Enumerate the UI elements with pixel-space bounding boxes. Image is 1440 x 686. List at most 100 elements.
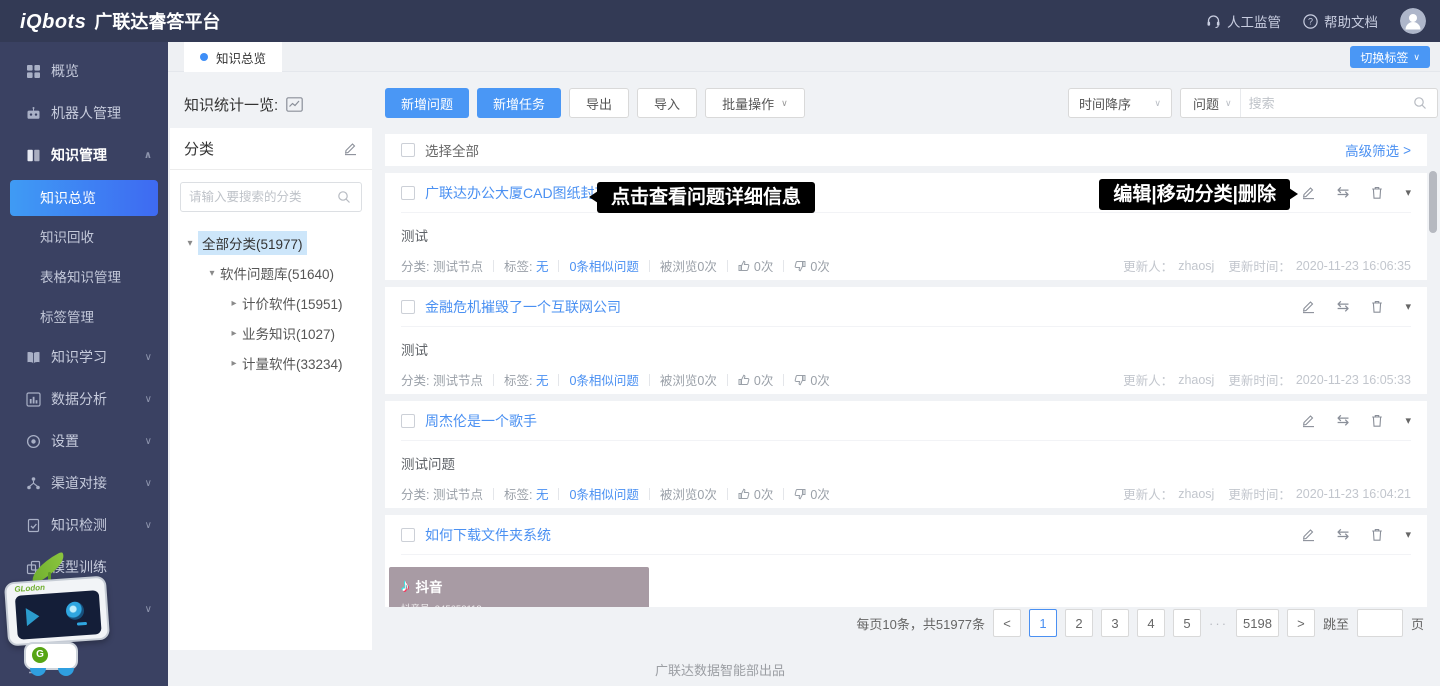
tree-collapsed-caret-icon[interactable]: ▸ [226, 298, 242, 309]
caret-down-icon[interactable]: ∨ [145, 520, 152, 531]
tree-node-business-knowledge[interactable]: ▸ 业务知识(1027) [170, 318, 372, 348]
thumb-down-icon [794, 488, 806, 500]
jump-page-input[interactable] [1357, 609, 1403, 637]
sidebar-subitem-knowledge-overview[interactable]: 知识总览 [10, 180, 158, 216]
thumb-up-icon [738, 260, 750, 272]
manual-supervision-link[interactable]: 人工监管 [1206, 11, 1281, 31]
sidebar-item-staff-mgmt[interactable]: 人员管理 ∨ [0, 588, 168, 630]
import-button[interactable]: 导入 [637, 88, 697, 118]
move-category-icon[interactable]: ⇆ [1337, 297, 1350, 315]
row-checkbox[interactable] [401, 528, 415, 542]
select-all-checkbox[interactable] [401, 143, 415, 157]
add-task-button[interactable]: 新增任务 [477, 88, 561, 118]
more-actions-caret-icon[interactable]: ▾ [1405, 300, 1411, 313]
pagination-ellipsis[interactable]: ··· [1209, 616, 1228, 631]
question-title-link[interactable]: 广联达办公大厦CAD图纸封存 [425, 183, 609, 203]
page-button-2[interactable]: 2 [1065, 609, 1093, 637]
add-question-button[interactable]: 新增问题 [385, 88, 469, 118]
stats-chart-icon[interactable] [286, 97, 303, 112]
edit-category-icon[interactable] [343, 141, 358, 156]
tree-node-pricing-software[interactable]: ▸ 计价软件(15951) [170, 288, 372, 318]
move-category-icon[interactable]: ⇆ [1337, 411, 1350, 429]
edit-icon[interactable] [1301, 527, 1316, 542]
tree-node-measurement-software[interactable]: ▸ 计量软件(33234) [170, 348, 372, 378]
move-category-icon[interactable]: ⇆ [1337, 525, 1350, 543]
switch-tag-button[interactable]: 切换标签 ∨ [1350, 46, 1430, 68]
caret-down-icon[interactable]: ∨ [145, 604, 152, 615]
tag-link[interactable]: 无 [536, 484, 549, 503]
sidebar-item-knowledge-detect[interactable]: 知识检测 ∨ [0, 504, 168, 546]
sidebar-item-channel[interactable]: 渠道对接 ∨ [0, 462, 168, 504]
headset-icon [1206, 14, 1221, 28]
sidebar-item-settings[interactable]: 设置 ∨ [0, 420, 168, 462]
batch-actions-button[interactable]: 批量操作 ∨ [705, 88, 805, 118]
similar-questions-link[interactable]: 0条相似问题 [569, 370, 638, 389]
sidebar-item-knowledge-learning[interactable]: 知识学习 ∨ [0, 336, 168, 378]
edit-icon[interactable] [1301, 299, 1316, 314]
tree-collapsed-caret-icon[interactable]: ▸ [226, 358, 242, 369]
tag-link[interactable]: 无 [536, 256, 549, 275]
sort-order-select[interactable]: 时间降序 ∨ [1068, 88, 1172, 118]
caret-down-icon[interactable]: ∨ [145, 436, 152, 447]
tree-collapsed-caret-icon[interactable]: ▸ [226, 328, 242, 339]
prev-page-button[interactable]: < [993, 609, 1021, 637]
tree-node-all-categories[interactable]: ▾ 全部分类(51977) [170, 228, 372, 258]
search-icon[interactable] [337, 190, 351, 204]
caret-down-icon[interactable]: ∨ [145, 478, 152, 489]
tab-knowledge-overview[interactable]: 知识总览 [184, 42, 282, 72]
douyin-thumbnail-image[interactable]: ♪抖音 抖音号: 345652118 [389, 567, 649, 607]
more-actions-caret-icon[interactable]: ▾ [1405, 186, 1411, 199]
search-input[interactable] [1241, 96, 1413, 111]
edit-icon[interactable] [1301, 185, 1316, 200]
row-checkbox[interactable] [401, 414, 415, 428]
page-button-1[interactable]: 1 [1029, 609, 1057, 637]
category-search-input[interactable] [181, 190, 337, 204]
sidebar-subitem-table-knowledge[interactable]: 表格知识管理 [0, 256, 168, 296]
caret-down-icon[interactable]: ∨ [145, 394, 152, 405]
question-title-link[interactable]: 金融危机摧毁了一个互联网公司 [425, 297, 621, 317]
caret-up-icon[interactable]: ∧ [144, 150, 152, 161]
row-checkbox[interactable] [401, 186, 415, 200]
last-page-button[interactable]: 5198 [1236, 609, 1279, 637]
tag-link[interactable]: 无 [536, 370, 549, 389]
sidebar-item-knowledge-mgmt[interactable]: 知识管理 ∧ [0, 134, 168, 176]
similar-questions-link[interactable]: 0条相似问题 [569, 256, 638, 275]
sidebar-collapse-icon[interactable] [28, 660, 45, 674]
caret-down-icon[interactable]: ∨ [145, 352, 152, 363]
question-title-link[interactable]: 周杰伦是一个歌手 [425, 411, 537, 431]
sidebar-item-robot-mgmt[interactable]: 机器人管理 [0, 92, 168, 134]
question-title-link[interactable]: 如何下载文件夹系统 [425, 525, 551, 545]
caret-down-icon: ∨ [1413, 52, 1420, 63]
row-checkbox[interactable] [401, 300, 415, 314]
user-avatar[interactable] [1400, 8, 1426, 34]
search-icon[interactable] [1413, 96, 1427, 110]
more-actions-caret-icon[interactable]: ▾ [1405, 414, 1411, 427]
sidebar-subitem-tag-mgmt[interactable]: 标签管理 [0, 296, 168, 336]
move-category-icon[interactable]: ⇆ [1337, 183, 1350, 201]
page-button-4[interactable]: 4 [1137, 609, 1165, 637]
edit-icon[interactable] [1301, 413, 1316, 428]
delete-icon[interactable] [1370, 185, 1384, 200]
page-button-3[interactable]: 3 [1101, 609, 1129, 637]
export-button[interactable]: 导出 [569, 88, 629, 118]
tree-expanded-caret-icon[interactable]: ▾ [182, 238, 198, 249]
sidebar-item-data-analysis[interactable]: 数据分析 ∨ [0, 378, 168, 420]
more-actions-caret-icon[interactable]: ▾ [1405, 528, 1411, 541]
book-icon [26, 148, 41, 163]
delete-icon[interactable] [1370, 413, 1384, 428]
similar-questions-link[interactable]: 0条相似问题 [569, 484, 638, 503]
page-button-5[interactable]: 5 [1173, 609, 1201, 637]
delete-icon[interactable] [1370, 299, 1384, 314]
list-scrollbar-thumb[interactable] [1429, 171, 1437, 233]
tree-expanded-caret-icon[interactable]: ▾ [204, 268, 220, 279]
search-type-select[interactable]: 问题 ∨ [1181, 94, 1240, 113]
tree-node-software-qa[interactable]: ▾ 软件问题库(51640) [170, 258, 372, 288]
sidebar-item-model-training[interactable]: 模型训练 [0, 546, 168, 588]
jump-label: 跳至 [1323, 614, 1349, 633]
help-docs-link[interactable]: ? 帮助文档 [1303, 11, 1378, 31]
sidebar-subitem-knowledge-recycle[interactable]: 知识回收 [0, 216, 168, 256]
sidebar-item-overview[interactable]: 概览 [0, 50, 168, 92]
delete-icon[interactable] [1370, 527, 1384, 542]
next-page-button[interactable]: > [1287, 609, 1315, 637]
advanced-filter-link[interactable]: 高级筛选 > [1345, 140, 1411, 160]
